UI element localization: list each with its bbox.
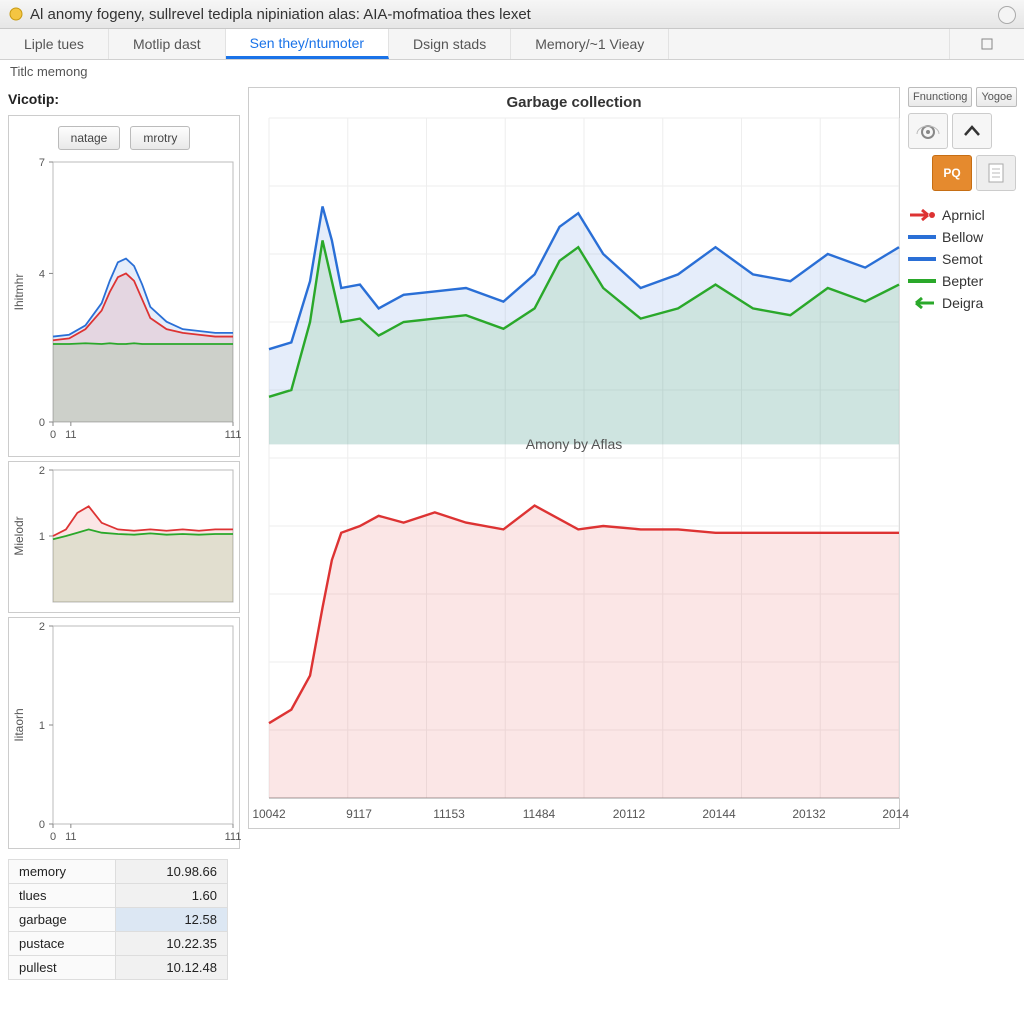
stats-table: memory10.98.66tlues1.60garbage12.58pusta… [8, 859, 228, 980]
fnunctiong-button[interactable]: Fnunctiong [908, 87, 972, 107]
table-cell-value: 12.58 [116, 908, 228, 932]
svg-text:2: 2 [39, 621, 45, 633]
mrotry-button[interactable]: mrotry [130, 126, 190, 150]
tab-memory[interactable]: Memory/~1 Vieay [511, 29, 669, 59]
mini-chart-3: 012011111Iitaorh [9, 618, 241, 848]
chevron-up-icon[interactable] [952, 113, 992, 149]
legend-item: Bepter [908, 273, 1016, 289]
svg-text:11484: 11484 [523, 807, 556, 821]
legend: Aprnicl Bellow Semot Bepter Deigra [908, 207, 1016, 311]
svg-text:20132: 20132 [792, 807, 826, 821]
table-row: tlues1.60 [9, 884, 228, 908]
tab-motlip[interactable]: Motlip dast [109, 29, 226, 59]
main-chart: 10042 9117 11153 11484 20112 20144 20132 20142 [249, 88, 909, 828]
legend-label: Bellow [942, 229, 983, 245]
legend-item: Deigra [908, 295, 1016, 311]
legend-item: Aprnicl [908, 207, 1016, 223]
window-title: Al anomy fogeny, sullrevel tedipla nipin… [30, 6, 531, 23]
table-cell-name: pullest [9, 956, 116, 980]
svg-text:111: 111 [225, 831, 241, 843]
table-cell-name: garbage [9, 908, 116, 932]
svg-text:9117: 9117 [346, 807, 372, 821]
legend-mark [908, 230, 936, 244]
svg-text:20144: 20144 [702, 807, 736, 821]
legend-label: Bepter [942, 273, 983, 289]
tab-liple[interactable]: Liple tues [0, 29, 109, 59]
main-chart-midlabel: Amony by Aflas [249, 436, 899, 452]
legend-mark [908, 274, 936, 288]
legend-label: Aprnicl [942, 207, 985, 223]
yogoe-button[interactable]: Yogoe [976, 87, 1017, 107]
table-cell-name: tlues [9, 884, 116, 908]
svg-text:7: 7 [39, 157, 45, 169]
legend-mark [908, 252, 936, 266]
tab-sen[interactable]: Sen they/ntumoter [226, 29, 389, 59]
mini-chart-1: 047011111Ihitmhr [9, 156, 241, 446]
window-titlebar: Al anomy fogeny, sullrevel tedipla nipin… [0, 0, 1024, 29]
mini-chart-2: 1 2 Mielodr [9, 462, 241, 612]
legend-mark [908, 296, 936, 310]
table-cell-value: 10.22.35 [116, 932, 228, 956]
table-cell-name: memory [9, 860, 116, 884]
doc-icon[interactable] [976, 155, 1016, 191]
svg-text:Mielodr: Mielodr [12, 516, 26, 555]
table-row: garbage12.58 [9, 908, 228, 932]
svg-text:1: 1 [39, 531, 45, 543]
main-chart-panel: Garbage collection Amony by Aflas 10042 9… [248, 87, 900, 829]
svg-text:0: 0 [50, 429, 56, 441]
legend-item: Bellow [908, 229, 1016, 245]
legend-mark [908, 208, 936, 222]
svg-text:0: 0 [50, 831, 56, 843]
svg-text:20142: 20142 [882, 807, 909, 821]
svg-text:0: 0 [39, 417, 45, 429]
tab-bar: Liple tues Motlip dast Sen they/ntumoter… [0, 29, 1024, 60]
camera-icon[interactable] [908, 113, 948, 149]
legend-label: Deigra [942, 295, 983, 311]
table-cell-value: 10.98.66 [116, 860, 228, 884]
left-section-label: Vicotip: [8, 87, 240, 111]
mini-chart-2-panel: 1 2 Mielodr [8, 461, 240, 613]
table-row: pustace10.22.35 [9, 932, 228, 956]
table-cell-name: pustace [9, 932, 116, 956]
legend-item: Semot [908, 251, 1016, 267]
svg-text:10042: 10042 [252, 807, 286, 821]
main-chart-title: Garbage collection [249, 94, 899, 111]
svg-text:4: 4 [39, 268, 45, 280]
mini-chart-1-panel: natage mrotry 047011111Ihitmhr [8, 115, 240, 457]
pq-badge[interactable]: PQ [932, 155, 972, 191]
table-row: memory10.98.66 [9, 860, 228, 884]
svg-text:11: 11 [65, 831, 76, 843]
svg-text:11: 11 [65, 429, 76, 441]
svg-text:Iitaorh: Iitaorh [12, 708, 26, 741]
svg-text:11153: 11153 [433, 807, 465, 821]
mini-chart-3-panel: 012011111Iitaorh [8, 617, 240, 849]
svg-text:111: 111 [225, 429, 241, 441]
table-row: pullest10.12.48 [9, 956, 228, 980]
svg-text:20112: 20112 [613, 807, 646, 821]
table-cell-value: 10.12.48 [116, 956, 228, 980]
table-cell-value: 1.60 [116, 884, 228, 908]
svg-text:0: 0 [39, 819, 45, 831]
legend-label: Semot [942, 251, 982, 267]
sub-title: Titlc memong [0, 60, 1024, 83]
svg-text:2: 2 [39, 465, 45, 477]
svg-text:1: 1 [39, 720, 45, 732]
tab-dsign[interactable]: Dsign stads [389, 29, 511, 59]
app-icon [8, 6, 24, 22]
close-icon[interactable] [998, 6, 1016, 24]
tab-overflow-icon[interactable] [949, 29, 1024, 59]
svg-text:Ihitmhr: Ihitmhr [12, 274, 26, 311]
natage-button[interactable]: natage [58, 126, 121, 150]
